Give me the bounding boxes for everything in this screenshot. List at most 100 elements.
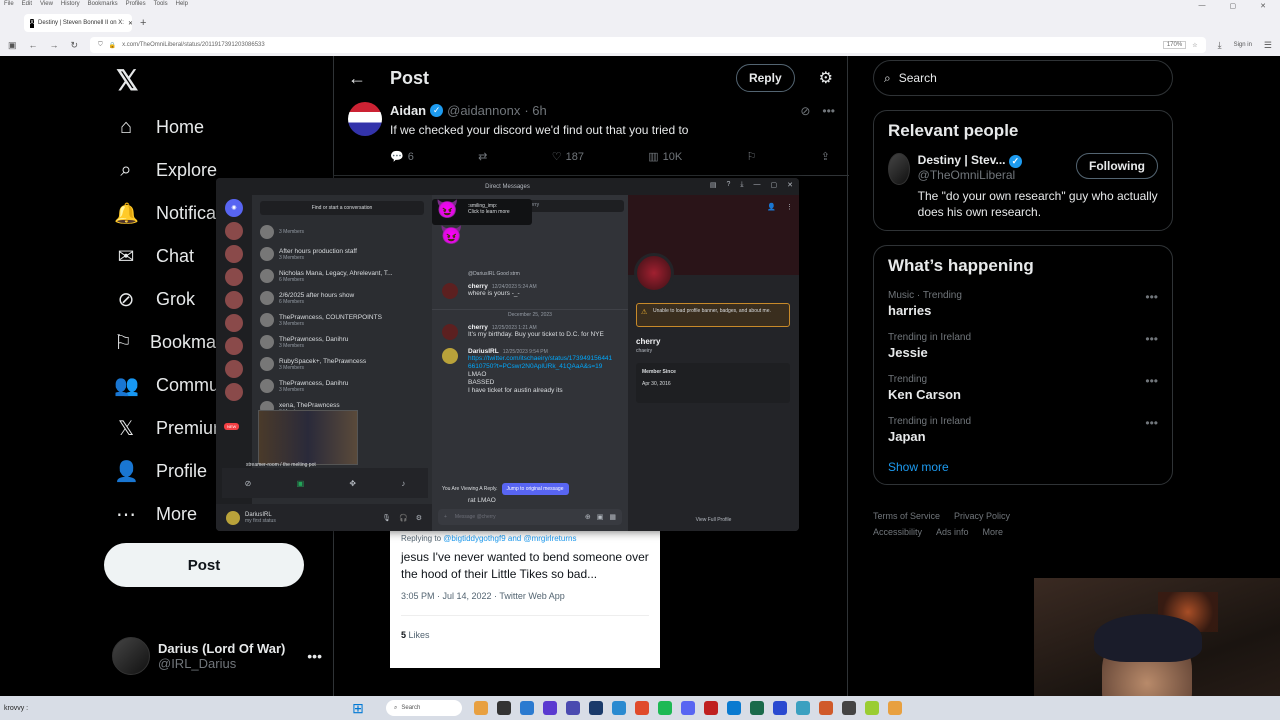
dm-item[interactable]: RubySpacek+, ThePrawncess 3 Members xyxy=(252,353,432,375)
inbox-icon[interactable]: ▤ xyxy=(710,181,717,189)
taskbar-app-icon[interactable] xyxy=(773,701,787,715)
account-switcher[interactable]: Darius (Lord Of War) @IRL_Darius ••• xyxy=(112,634,322,678)
bookmark-star-icon[interactable]: ☆ xyxy=(1192,42,1197,49)
more-dots-icon[interactable]: ⋮ xyxy=(786,203,793,211)
server-icon[interactable] xyxy=(225,291,243,309)
more-dots-icon[interactable]: ••• xyxy=(1145,374,1158,388)
message-input[interactable]: + Message @cherry ⊕ ▣ ▦ xyxy=(438,509,622,525)
chat-message[interactable]: cherry 12/25/2023 1:21 AM It's my birthda… xyxy=(432,324,628,342)
chat-message[interactable]: DariusIRL 12/25/2023 9:54 PM https://twit… xyxy=(432,348,628,395)
taskbar-app-icon[interactable] xyxy=(750,701,764,715)
discord-home-icon[interactable]: ◉ xyxy=(225,199,243,217)
microphone-icon[interactable]: 🎙 xyxy=(382,514,391,522)
menu-profiles[interactable]: Profiles xyxy=(126,1,146,11)
retweet-action[interactable]: ⇄ xyxy=(478,150,487,163)
author-name[interactable]: DariusIRL xyxy=(468,348,499,355)
dm-item[interactable]: ThePrawncess, COUNTERPOINTS 3 Members xyxy=(252,309,432,331)
views-action[interactable]: ▥ 10K xyxy=(648,150,682,164)
add-friend-icon[interactable]: 👤 xyxy=(767,203,776,211)
close-icon[interactable]: ✕ xyxy=(787,181,793,189)
taskbar-app-icon[interactable] xyxy=(727,701,741,715)
dm-item[interactable]: ThePrawncess, Danihru 3 Members xyxy=(252,331,432,353)
gift-icon[interactable]: ⊕ xyxy=(585,513,591,521)
new-tab-icon[interactable]: + xyxy=(140,17,146,29)
taskbar-app-icon[interactable] xyxy=(842,701,856,715)
trend-item[interactable]: Music · Trending harries ••• xyxy=(888,290,1158,318)
avatar[interactable] xyxy=(442,348,458,364)
menu-icon[interactable]: ☰ xyxy=(1264,40,1272,51)
stream-preview[interactable] xyxy=(258,410,358,465)
bookmark-action[interactable]: ⚐ xyxy=(747,150,757,163)
reply-button[interactable]: Reply xyxy=(735,64,795,92)
menu-history[interactable]: History xyxy=(61,1,80,11)
smiling-imp-icon[interactable]: 😈 xyxy=(440,225,462,246)
author-name[interactable]: cherry xyxy=(468,283,488,290)
back-icon[interactable]: ← xyxy=(29,40,38,50)
more-dots-icon[interactable]: ••• xyxy=(1145,332,1158,346)
taskbar-search[interactable]: ⌕ Search xyxy=(386,700,462,716)
menu-view[interactable]: View xyxy=(40,1,53,11)
author-name[interactable]: cherry xyxy=(468,324,488,331)
following-button[interactable]: Following xyxy=(1076,153,1158,179)
reload-icon[interactable]: ↻ xyxy=(71,40,79,51)
taskbar-app-icon[interactable] xyxy=(819,701,833,715)
close-icon[interactable]: ✕ xyxy=(1260,2,1266,10)
settings-icon[interactable]: ⚙ xyxy=(416,514,422,522)
server-icon[interactable] xyxy=(225,268,243,286)
screen-share-icon[interactable]: ▣ xyxy=(297,479,305,488)
more-dots-icon[interactable]: ••• xyxy=(1145,290,1158,304)
browser-tab[interactable]: X Destiny | Steven Bonnell II on X: ✕ xyxy=(24,14,132,32)
avatar[interactable] xyxy=(226,510,240,525)
dm-item[interactable]: 2/6/2025 after hours show 6 Members xyxy=(252,287,432,309)
dm-item[interactable]: After hours production staff 3 Members xyxy=(252,243,432,265)
minimize-icon[interactable]: — xyxy=(1199,2,1206,10)
avatar[interactable] xyxy=(442,283,458,299)
taskbar-app-icon[interactable] xyxy=(681,701,695,715)
server-icon[interactable] xyxy=(225,337,243,355)
taskbar-app-icon[interactable] xyxy=(566,701,580,715)
maximize-icon[interactable]: ▢ xyxy=(1230,2,1237,10)
nav-home[interactable]: ⌂ Home xyxy=(114,107,234,147)
taskbar-app-icon[interactable] xyxy=(704,701,718,715)
help-icon[interactable]: ? xyxy=(726,181,730,189)
taskbar-app-icon[interactable] xyxy=(888,701,902,715)
taskbar-app-icon[interactable] xyxy=(520,701,534,715)
windows-start-icon[interactable]: ⊞ xyxy=(352,700,364,717)
reply-action[interactable]: 💬 6 xyxy=(390,150,414,164)
find-conversation-button[interactable]: Find or start a conversation xyxy=(260,201,424,215)
avatar[interactable] xyxy=(888,153,910,185)
trend-item[interactable]: Trending in Ireland Japan ••• xyxy=(888,416,1158,444)
trend-item[interactable]: Trending Ken Carson ••• xyxy=(888,374,1158,402)
plus-icon[interactable]: + xyxy=(444,514,447,520)
taskbar-app-icon[interactable] xyxy=(865,701,879,715)
dm-item[interactable]: Nicholas Mana, Legacy, Ahrelevant, T... 6… xyxy=(252,265,432,287)
menu-edit[interactable]: Edit xyxy=(22,1,32,11)
tracking-shield-icon[interactable]: ⛉ xyxy=(98,42,103,49)
chat-message[interactable]: cherry 12/24/2023 5:24 AM where is yours … xyxy=(432,283,628,301)
discord-window[interactable]: Direct Messages ▤ ? ⤓ — ▢ ✕ ◉ NEW Find o… xyxy=(216,178,799,531)
menu-file[interactable]: File xyxy=(4,1,14,11)
zoom-level[interactable]: 170% xyxy=(1162,41,1187,49)
footer-link[interactable]: More xyxy=(983,527,1004,537)
sign-in-link[interactable]: Sign in xyxy=(1234,42,1252,48)
reply-preview[interactable]: @DariusIRL Good strm xyxy=(432,271,628,277)
footer-link[interactable]: Accessibility xyxy=(873,527,922,537)
footer-link[interactable]: Ads info xyxy=(936,527,969,537)
message-link[interactable]: https://twitter.com/itschaeiry/status/17… xyxy=(468,355,613,371)
tab-close-icon[interactable]: ✕ xyxy=(128,20,132,27)
back-arrow-icon[interactable]: ← xyxy=(348,68,366,89)
grok-icon[interactable]: ⊘ xyxy=(800,104,810,118)
tweet-time[interactable]: · 6h xyxy=(524,103,546,118)
taskbar-app-icon[interactable] xyxy=(497,701,511,715)
minimize-icon[interactable]: — xyxy=(754,181,761,189)
sticker-icon[interactable]: ▦ xyxy=(609,513,616,521)
camera-off-icon[interactable]: ⊘ xyxy=(245,479,252,488)
post-button[interactable]: Post xyxy=(104,543,304,587)
download-icon[interactable]: ⤓ xyxy=(740,181,743,189)
menu-bookmarks[interactable]: Bookmarks xyxy=(88,1,118,11)
taskbar-app-icon[interactable] xyxy=(612,701,626,715)
avatar[interactable] xyxy=(442,324,458,340)
forward-icon[interactable]: → xyxy=(50,40,59,50)
taskbar-app-icon[interactable] xyxy=(474,701,488,715)
gif-icon[interactable]: ▣ xyxy=(597,513,604,521)
